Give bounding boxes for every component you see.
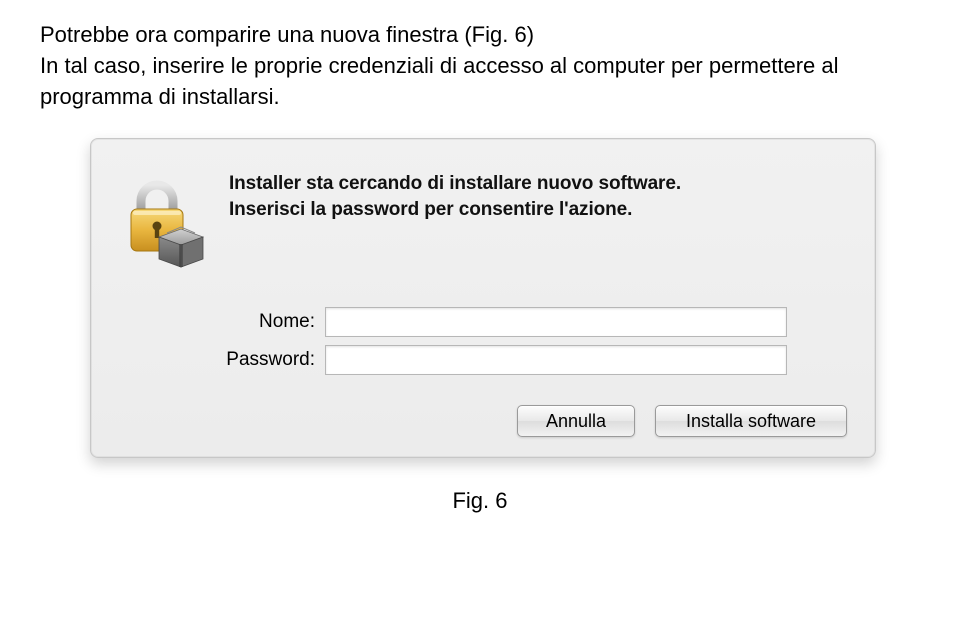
name-label: Nome: <box>119 311 325 333</box>
lock-icon <box>121 171 207 271</box>
cancel-button[interactable]: Annulla <box>517 405 635 437</box>
doc-paragraph-1: Potrebbe ora comparire una nuova finestr… <box>40 20 920 51</box>
name-row: Nome: <box>119 307 847 337</box>
password-field[interactable] <box>325 345 787 375</box>
dialog-message: Installer sta cercando di installare nuo… <box>229 167 847 222</box>
install-software-button[interactable]: Installa software <box>655 405 847 437</box>
figure-caption: Fig. 6 <box>40 488 920 514</box>
dialog-message-line1: Installer sta cercando di installare nuo… <box>229 171 847 197</box>
dialog-header-row: Installer sta cercando di installare nuo… <box>119 167 847 271</box>
document-body: Potrebbe ora comparire una nuova finestr… <box>40 20 920 112</box>
dialog-figure: Installer sta cercando di installare nuo… <box>40 138 920 458</box>
password-row: Password: <box>119 345 847 375</box>
password-label: Password: <box>119 349 325 371</box>
auth-dialog: Installer sta cercando di installare nuo… <box>90 138 876 458</box>
credentials-form: Nome: Password: <box>119 307 847 375</box>
name-field[interactable] <box>325 307 787 337</box>
doc-paragraph-2: In tal caso, inserire le proprie credenz… <box>40 51 920 113</box>
dialog-buttons: Annulla Installa software <box>119 405 847 437</box>
dialog-message-line2: Inserisci la password per consentire l'a… <box>229 197 847 223</box>
